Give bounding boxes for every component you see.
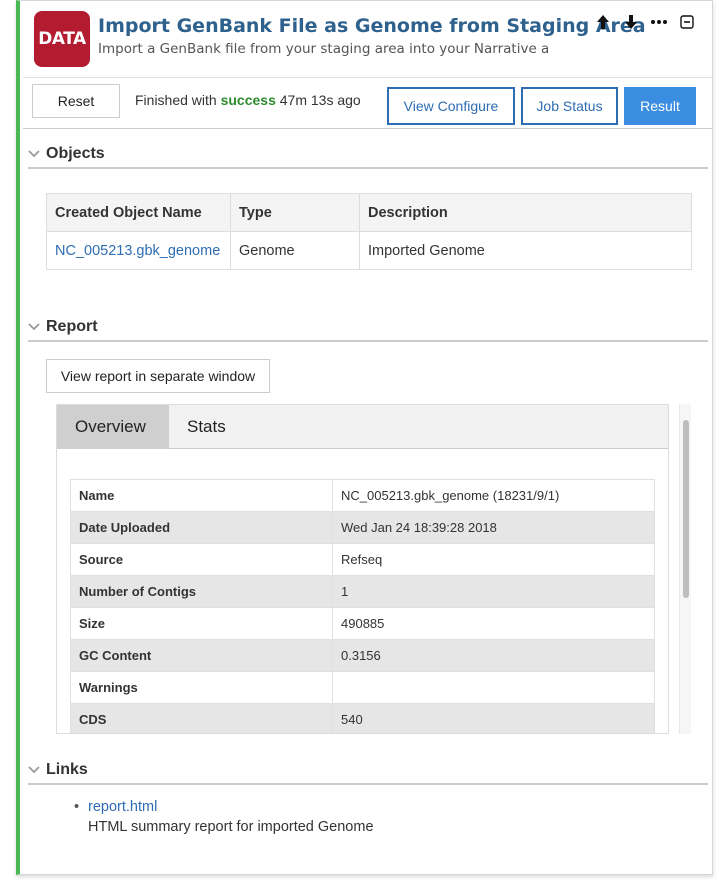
column-header: Type — [230, 193, 360, 232]
row-key: Size — [70, 607, 333, 640]
list-item: • report.html — [74, 799, 374, 815]
scrollbar-thumb[interactable] — [683, 420, 689, 598]
table-row: Date Uploaded Wed Jan 24 18:39:28 2018 — [70, 511, 655, 544]
links-section-header[interactable]: Links — [28, 757, 708, 785]
links-list: • report.html HTML summary report for imp… — [74, 799, 374, 835]
row-value: 0.3156 — [332, 639, 655, 672]
status-prefix: Finished with — [135, 92, 217, 108]
object-description: Imported Genome — [359, 231, 692, 270]
app-title: Import GenBank File as Genome from Stagi… — [98, 15, 646, 37]
more-options-icon[interactable] — [650, 13, 668, 31]
table-row: GC Content 0.3156 — [70, 639, 655, 672]
report-frame: Overview Stats Name NC_005213.gbk_genome … — [56, 404, 669, 734]
status-elapsed: 47m 13s ago — [279, 92, 361, 108]
overview-table: Name NC_005213.gbk_genome (18231/9/1) Dat… — [70, 479, 655, 733]
row-key: GC Content — [70, 639, 333, 672]
row-value: Wed Jan 24 18:39:28 2018 — [332, 511, 655, 544]
row-key: Number of Contigs — [70, 575, 333, 608]
row-key: Date Uploaded — [70, 511, 333, 544]
report-tabs: Overview Stats — [57, 405, 668, 449]
chevron-down-icon — [28, 762, 44, 778]
table-row: Warnings — [70, 671, 655, 704]
table-row: Size 490885 — [70, 607, 655, 640]
table-row: Name NC_005213.gbk_genome (18231/9/1) — [70, 479, 655, 512]
links-section-title: Links — [46, 761, 88, 778]
job-status-text: Finished with success 47m 13s ago — [135, 92, 361, 108]
table-row: NC_005213.gbk_genome Genome Imported Gen… — [46, 231, 692, 270]
table-row: Number of Contigs 1 — [70, 575, 655, 608]
report-section-title: Report — [46, 318, 98, 335]
table-row: Source Refseq — [70, 543, 655, 576]
tab-overview[interactable]: Overview — [57, 405, 169, 449]
chevron-down-icon — [28, 146, 44, 162]
chevron-down-icon — [28, 319, 44, 335]
link-description: HTML summary report for imported Genome — [88, 819, 374, 835]
cell-toolbar: Reset Finished with success 47m 13s ago … — [23, 77, 712, 129]
cell-controls — [594, 13, 696, 31]
row-key: Name — [70, 479, 333, 512]
column-header: Description — [359, 193, 692, 232]
data-logo: DATA — [34, 11, 90, 67]
row-key: Source — [70, 543, 333, 576]
report-html-link[interactable]: report.html — [88, 799, 157, 815]
job-status-button[interactable]: Job Status — [521, 87, 618, 125]
row-key: Warnings — [70, 671, 333, 704]
row-value: 490885 — [332, 607, 655, 640]
app-subtitle: Import a GenBank file from your staging … — [98, 41, 548, 57]
reset-button[interactable]: Reset — [32, 84, 120, 118]
objects-section-header[interactable]: Objects — [28, 141, 708, 169]
arrow-up-icon[interactable] — [594, 13, 612, 31]
row-value: Refseq — [332, 543, 655, 576]
arrow-down-icon[interactable] — [622, 13, 640, 31]
table-header-row: Created Object Name Type Description — [46, 193, 692, 232]
column-header: Created Object Name — [46, 193, 231, 232]
tab-stats[interactable]: Stats — [169, 405, 244, 449]
row-value: 540 — [332, 703, 655, 733]
status-success: success — [220, 92, 276, 108]
object-name-link[interactable]: NC_005213.gbk_genome — [46, 231, 231, 270]
objects-section-title: Objects — [46, 145, 105, 162]
row-value — [332, 671, 655, 704]
bullet: • — [74, 799, 80, 815]
app-cell: DATA Import GenBank File as Genome from … — [16, 0, 713, 875]
collapse-icon[interactable] — [678, 13, 696, 31]
objects-table: Created Object Name Type Description NC_… — [46, 193, 692, 270]
view-report-window-button[interactable]: View report in separate window — [46, 359, 270, 393]
result-button[interactable]: Result — [624, 87, 696, 125]
report-section-header[interactable]: Report — [28, 314, 708, 342]
report-scrollbar[interactable] — [679, 404, 691, 734]
table-row: CDS 540 — [70, 703, 655, 733]
row-key: CDS — [70, 703, 333, 733]
row-value: 1 — [332, 575, 655, 608]
row-value: NC_005213.gbk_genome (18231/9/1) — [332, 479, 655, 512]
cell-header: DATA Import GenBank File as Genome from … — [34, 11, 694, 71]
object-type: Genome — [230, 231, 360, 270]
view-configure-button[interactable]: View Configure — [387, 87, 515, 125]
